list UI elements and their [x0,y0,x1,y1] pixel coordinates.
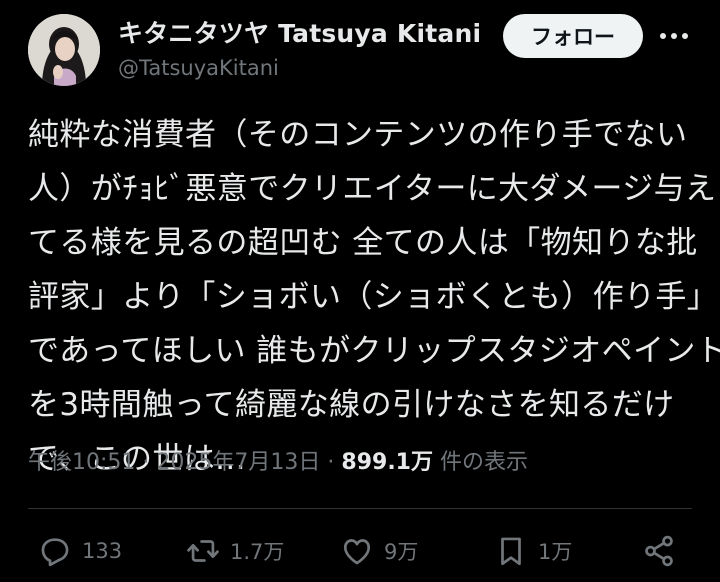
avatar-image [28,14,100,86]
bookmark-button[interactable]: 1万 [494,526,572,576]
reply-count: 133 [82,539,123,563]
tweet-meta: 午後10:51 · 2025年7月13日 · 899.1万 件の表示 [28,444,528,476]
avatar[interactable] [28,14,100,86]
tweet-text-line: てる様を見るの超凹む 全ての人は「物知りな批 [28,225,698,261]
tweet-header: キタニタツヤ Tatsuya Kitani @TatsuyaKitani フォロ… [0,0,720,100]
bookmark-icon [501,537,521,566]
repost-button[interactable]: 1.7万 [186,526,284,576]
tweet-time[interactable]: 午後10:51 [28,450,135,475]
views-label: 件の表示 [439,450,528,475]
divider [28,508,692,509]
reply-icon [41,538,69,567]
like-button[interactable]: 9万 [340,526,418,576]
share-button[interactable] [642,526,686,576]
display-name[interactable]: キタニタツヤ Tatsuya Kitani [118,14,481,50]
meta-separator: · [142,450,150,475]
tweet-text: 純粋な消費者（そのコンテンツの作り手でない 人）がﾁｮﾋﾞ悪意でクリエイターに大… [28,108,720,486]
tweet-text-line: 評家」より「ショボい（ショボくとも）作り手」 [28,279,719,315]
repost-count: 1.7万 [230,540,285,564]
more-options-button[interactable] [654,20,694,52]
tweet-date[interactable]: 2025年7月13日 [156,450,320,475]
tweet-text-line: 純粋な消費者（そのコンテンツの作り手でない [28,117,688,153]
bookmark-count: 1万 [538,540,573,564]
like-count: 9万 [384,540,419,564]
more-icon [660,33,688,39]
meta-separator: · [327,450,335,475]
views-count: 899.1万 [341,450,433,475]
tweet-text-line: を3時間触って綺麗な線の引けなさを知るだけ [28,387,675,423]
user-handle[interactable]: @TatsuyaKitani [118,56,279,80]
tweet-text-line: であってほしい 誰もがクリップスタジオペイント [28,333,720,369]
tweet-text-line: 人）がﾁｮﾋﾞ悪意でクリエイターに大ダメージ与え [28,171,717,207]
share-icon [645,535,673,567]
follow-button[interactable]: フォロー [503,14,643,58]
action-bar: 133 1.7万 9万 1万 [0,526,720,576]
repost-icon [187,540,219,562]
heart-icon [343,539,371,565]
reply-button[interactable]: 133 [38,526,122,576]
